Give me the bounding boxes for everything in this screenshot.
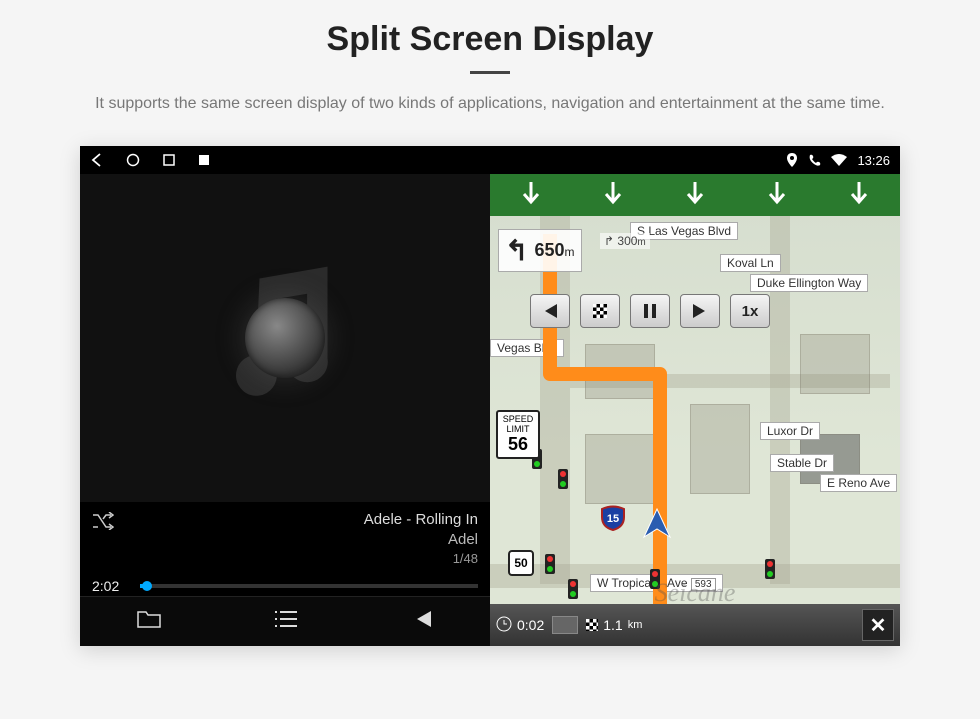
progress-indicator <box>552 616 578 634</box>
lane-arrow-icon <box>520 180 542 210</box>
street-label: E Reno Ave <box>820 474 897 492</box>
svg-text:15: 15 <box>607 513 619 525</box>
street-label: Koval Ln <box>720 254 781 272</box>
remaining-distance: 1.1km <box>586 617 642 633</box>
back-icon[interactable] <box>90 153 104 167</box>
close-button[interactable]: ✕ <box>862 609 894 641</box>
android-status-bar: 13:26 <box>80 146 900 174</box>
sim-prev-button[interactable] <box>530 294 570 328</box>
track-artist: Adel <box>124 530 478 550</box>
album-art-area <box>80 174 490 502</box>
device-screenshot: 13:26 Adele - Rolling In Adel 1/48 <box>80 146 900 646</box>
lane-arrow-icon <box>848 180 870 210</box>
checkered-flag-icon <box>593 304 607 318</box>
track-metadata: Adele - Rolling In Adel 1/48 <box>124 510 478 568</box>
lane-arrow-icon <box>684 180 706 210</box>
track-counter: 1/48 <box>124 550 478 568</box>
shuffle-icon[interactable] <box>92 512 114 533</box>
folder-button[interactable] <box>137 609 161 634</box>
speed-limit-sign: SPEED LIMIT 56 <box>496 410 540 459</box>
lane-guidance-bar <box>490 174 900 216</box>
playlist-button[interactable] <box>274 610 298 633</box>
lane-arrow-icon <box>602 180 624 210</box>
gps-icon <box>786 153 798 167</box>
elapsed-time: 2:02 <box>92 578 132 594</box>
joystick-control[interactable] <box>245 298 325 378</box>
clock-icon <box>496 616 512 635</box>
next-turn-distance: ↱ 300m <box>600 233 650 249</box>
sim-checkpoint-button[interactable] <box>580 294 620 328</box>
page-subtitle: It supports the same screen display of t… <box>40 92 940 116</box>
wifi-icon <box>831 154 847 166</box>
turn-distance: 650m <box>534 240 574 261</box>
eta-segment: 0:02 <box>496 616 544 635</box>
nav-bottom-bar: 0:02 1.1km ✕ <box>490 604 900 646</box>
screenshot-icon[interactable] <box>198 154 210 166</box>
page-title: Split Screen Display <box>20 20 960 59</box>
vehicle-position-icon <box>640 507 674 546</box>
route-shield: 50 <box>508 550 534 576</box>
checkered-flag-icon <box>586 619 598 631</box>
phone-icon <box>808 154 821 167</box>
home-icon[interactable] <box>126 153 140 167</box>
lane-arrow-icon <box>766 180 788 210</box>
turn-instruction-panel: ↰ 650m <box>498 229 582 272</box>
street-label: Duke Ellington Way <box>750 274 868 292</box>
seek-bar[interactable] <box>140 584 478 588</box>
track-title: Adele - Rolling In <box>124 510 478 530</box>
status-time: 13:26 <box>857 153 890 168</box>
interstate-shield: 15 <box>600 505 626 531</box>
brand-watermark: Seicane <box>655 578 736 608</box>
navigation-pane: S Las Vegas Blvd Koval Ln Duke Ellington… <box>490 174 900 646</box>
sim-speed-button[interactable]: 1x <box>730 294 770 328</box>
sim-next-button[interactable] <box>680 294 720 328</box>
recents-icon[interactable] <box>162 153 176 167</box>
sim-playback-controls: 1x <box>530 294 770 328</box>
previous-button[interactable] <box>411 610 433 633</box>
sim-pause-button[interactable] <box>630 294 670 328</box>
music-toolbar <box>80 596 490 646</box>
street-label: Stable Dr <box>770 454 834 472</box>
street-label: Vegas Blvd <box>490 339 564 357</box>
street-label: Luxor Dr <box>760 422 820 440</box>
turn-left-icon: ↰ <box>505 234 528 267</box>
title-underline <box>470 71 510 74</box>
music-player-pane: Adele - Rolling In Adel 1/48 2:02 <box>80 174 490 646</box>
